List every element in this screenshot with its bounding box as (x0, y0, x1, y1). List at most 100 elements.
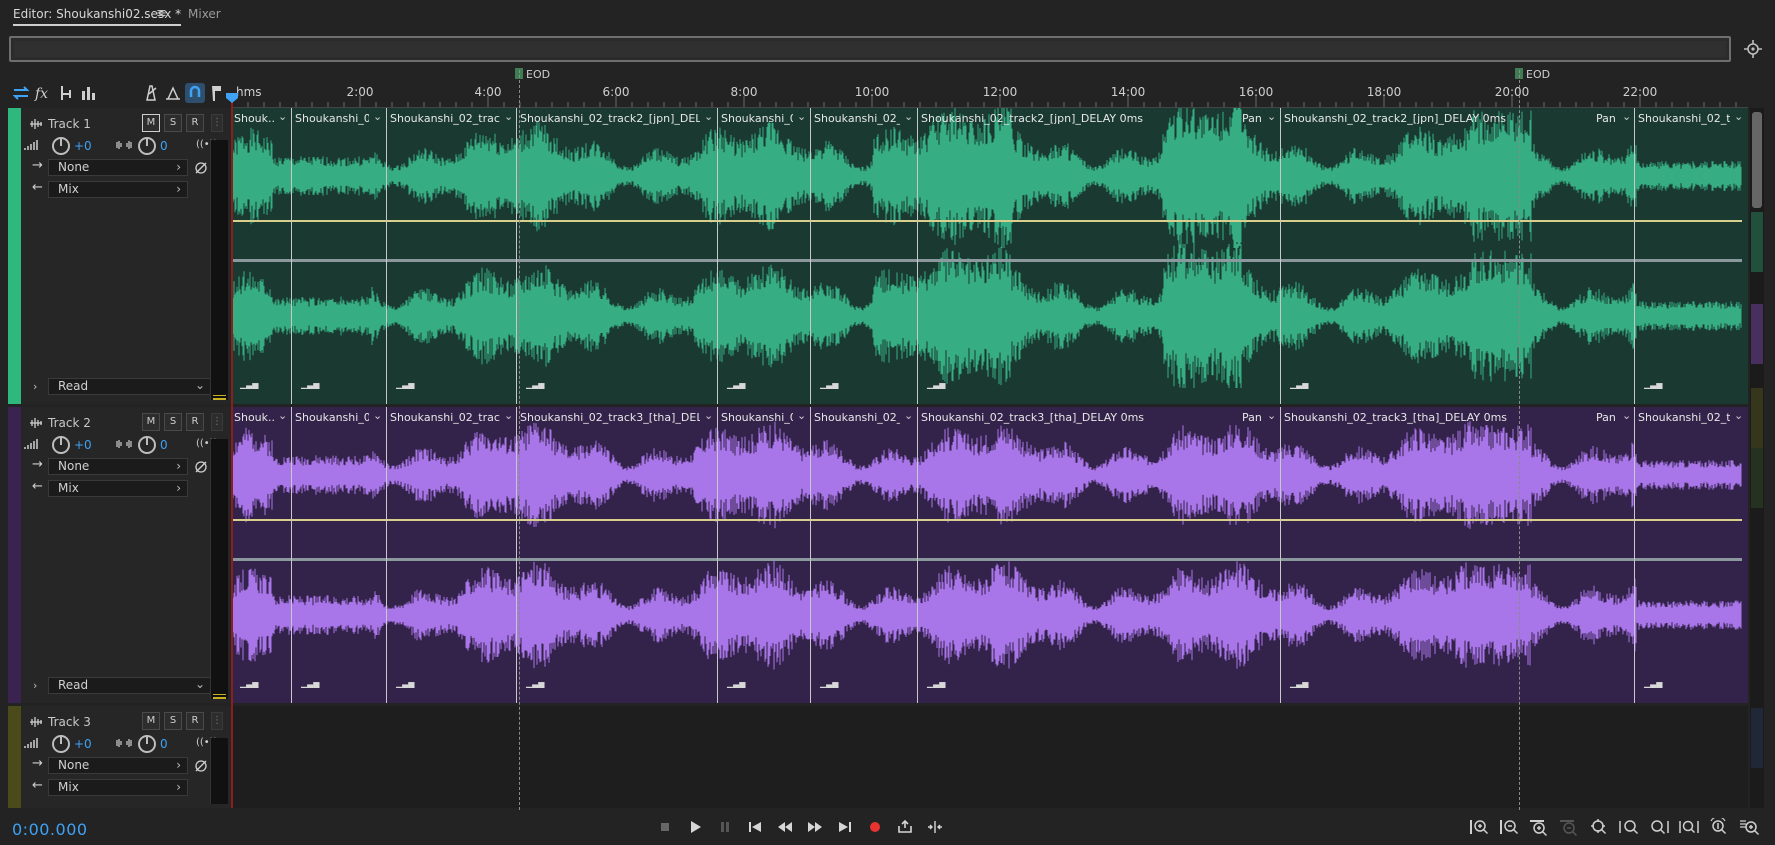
clip-name[interactable]: Shoukanshi_02_track3_[tha]_DELAY 0ms (1284, 411, 1507, 424)
mute-button[interactable]: M (142, 712, 160, 730)
solo-button[interactable]: S (164, 712, 182, 730)
pan-value[interactable]: 0 (160, 737, 168, 751)
mute-button[interactable]: M (142, 413, 160, 431)
track-name[interactable]: Track 3 (48, 715, 91, 729)
track-name[interactable]: Track 2 (48, 416, 91, 430)
zoom-in-time-icon[interactable] (1528, 818, 1550, 836)
current-time-display[interactable]: 0:00.000 (12, 820, 88, 839)
input-select[interactable]: None › (48, 757, 188, 774)
clip-gain-icon[interactable]: ▁▃▅ (927, 380, 945, 389)
clip-gain-icon[interactable]: ▁▃▅ (301, 380, 319, 389)
clip-name[interactable]: Shoukanshi_02_tr... (1638, 411, 1730, 424)
track-name[interactable]: Track 1 (48, 117, 91, 131)
clip-boundary[interactable] (917, 407, 918, 703)
clip-name[interactable]: Shoukanshi_02_track2_[jpn]_DELAY 0ms (921, 112, 1143, 125)
zoom-navigator-icon[interactable] (1742, 38, 1764, 60)
clip-gain-icon[interactable]: ▁▃▅ (526, 380, 544, 389)
track-1-clips[interactable]: Shouk... ⌄ ▁▃▅ Shoukanshi_0... ⌄ ▁▃▅ Shoukansh… (232, 108, 1748, 404)
expand-automation-chevron[interactable]: › (33, 679, 37, 692)
clip-menu-chevron[interactable]: ⌄ (904, 110, 913, 123)
clip-boundary[interactable] (516, 108, 517, 404)
timeline-overview-bar[interactable] (9, 36, 1731, 62)
marker-icon[interactable] (206, 82, 228, 104)
mute-button[interactable]: M (142, 114, 160, 132)
pan-knob[interactable] (138, 137, 156, 155)
fx-icon[interactable]: fx (32, 82, 54, 104)
eod-marker[interactable]: EOD (1515, 68, 1550, 81)
pan-value[interactable]: 0 (160, 438, 168, 452)
volume-value[interactable]: +0 (74, 438, 92, 452)
track-1-header[interactable]: Track 1 M S R ⋮ +0 0 ((•)) → None › ← Mix… (8, 108, 232, 404)
expand-automation-chevron[interactable]: › (33, 380, 37, 393)
clip-boundary[interactable] (917, 108, 918, 404)
clip-boundary[interactable] (717, 108, 718, 404)
clip-gain-icon[interactable]: ▁▃▅ (927, 679, 945, 688)
clip-name[interactable]: Shoukanshi_02_t... (814, 112, 900, 125)
clip-gain-icon[interactable]: ▁▃▅ (240, 380, 258, 389)
clip-gain-icon[interactable]: ▁▃▅ (727, 380, 745, 389)
clip-name[interactable]: Shoukanshi_02_t... (814, 411, 900, 424)
tab-mixer[interactable]: Mixer (188, 7, 221, 21)
clip-boundary[interactable] (386, 407, 387, 703)
eod-marker[interactable]: EOD (515, 68, 550, 81)
clip-boundary[interactable] (386, 108, 387, 404)
phase-invert-icon[interactable] (194, 759, 208, 773)
clip-name[interactable]: Shoukanshi_02_track3... (390, 411, 500, 424)
zoom-out-amplitude-icon[interactable] (1498, 818, 1520, 836)
pan-knob[interactable] (138, 735, 156, 753)
clip-boundary[interactable] (291, 407, 292, 703)
swap-icon[interactable] (10, 82, 32, 104)
track-options-icon[interactable]: ⋮ (211, 413, 223, 431)
input-select[interactable]: None › (48, 159, 188, 176)
skip-icon[interactable] (926, 819, 944, 835)
clip-name[interactable]: Shoukanshi_0... (721, 112, 793, 125)
time-ruler[interactable]: hms 2:00 4:00 6:00 8:00 10:00 12:00 14:0… (232, 68, 1748, 108)
record-arm-button[interactable]: R (186, 712, 204, 730)
clip-gain-icon[interactable]: ▁▃▅ (396, 679, 414, 688)
record-arm-button[interactable]: R (186, 413, 204, 431)
zoom-out-time-icon[interactable] (1558, 818, 1580, 836)
vertical-scrollbar[interactable] (1750, 108, 1764, 808)
scroll-thumb[interactable] (1752, 112, 1762, 208)
clip-name[interactable]: Shoukanshi_0... (295, 411, 369, 424)
stop-icon[interactable] (656, 819, 674, 835)
clip-menu-chevron[interactable]: ⌄ (797, 110, 806, 123)
pan-value[interactable]: 0 (160, 139, 168, 153)
clip-gain-icon[interactable]: ▁▃▅ (526, 679, 544, 688)
track-options-icon[interactable]: ⋮ (211, 712, 223, 730)
eq-icon[interactable] (78, 82, 100, 104)
metronome-icon[interactable] (140, 82, 162, 104)
automation-mode-select[interactable]: Read ⌄ (48, 677, 212, 694)
clip-boundary[interactable] (810, 407, 811, 703)
track-options-icon[interactable]: ⋮ (211, 114, 223, 132)
output-select[interactable]: Mix › (48, 779, 188, 796)
clip-gain-icon[interactable]: ▁▃▅ (727, 679, 745, 688)
clip-name[interactable]: Shoukanshi_0... (295, 112, 369, 125)
clip-gain-icon[interactable]: ▁▃▅ (820, 679, 838, 688)
zoom-out-full-icon[interactable] (1678, 818, 1700, 836)
clip-menu-chevron[interactable]: ⌄ (704, 110, 713, 123)
clip-name[interactable]: Shouk... (234, 411, 274, 424)
zoom-in-tracks-icon[interactable] (1738, 818, 1760, 836)
zoom-in-amplitude-icon[interactable] (1468, 818, 1490, 836)
phase-invert-icon[interactable] (194, 161, 208, 175)
zoom-in-left-icon[interactable] (1618, 818, 1640, 836)
play-icon[interactable] (686, 819, 704, 835)
clip-menu-chevron[interactable]: ⌄ (373, 110, 382, 123)
clip-boundary[interactable] (1280, 108, 1281, 404)
volume-knob[interactable] (52, 735, 70, 753)
clip-gain-icon[interactable]: ▁▃▅ (820, 380, 838, 389)
clip-gain-icon[interactable]: ▁▃▅ (1290, 679, 1308, 688)
phase-invert-icon[interactable] (194, 460, 208, 474)
sends-icon[interactable] (56, 82, 78, 104)
clip-name[interactable]: Shoukanshi_02_track2_[jpn]_DELAY 0ms (520, 112, 700, 125)
zoom-selection-icon[interactable] (1588, 818, 1610, 836)
clip-gain-icon[interactable]: ▁▃▅ (1290, 380, 1308, 389)
zoom-in-right-icon[interactable] (1648, 818, 1670, 836)
clip-menu-chevron[interactable]: ⌄ (704, 409, 713, 422)
zoom-in-playhead-icon[interactable] (1708, 818, 1730, 836)
panel-menu-icon[interactable]: ≡ (156, 6, 167, 21)
clip-boundary[interactable] (1634, 108, 1635, 404)
clip-menu-chevron[interactable]: ⌄ (904, 409, 913, 422)
automation-mode-select[interactable]: Read ⌄ (48, 378, 212, 395)
